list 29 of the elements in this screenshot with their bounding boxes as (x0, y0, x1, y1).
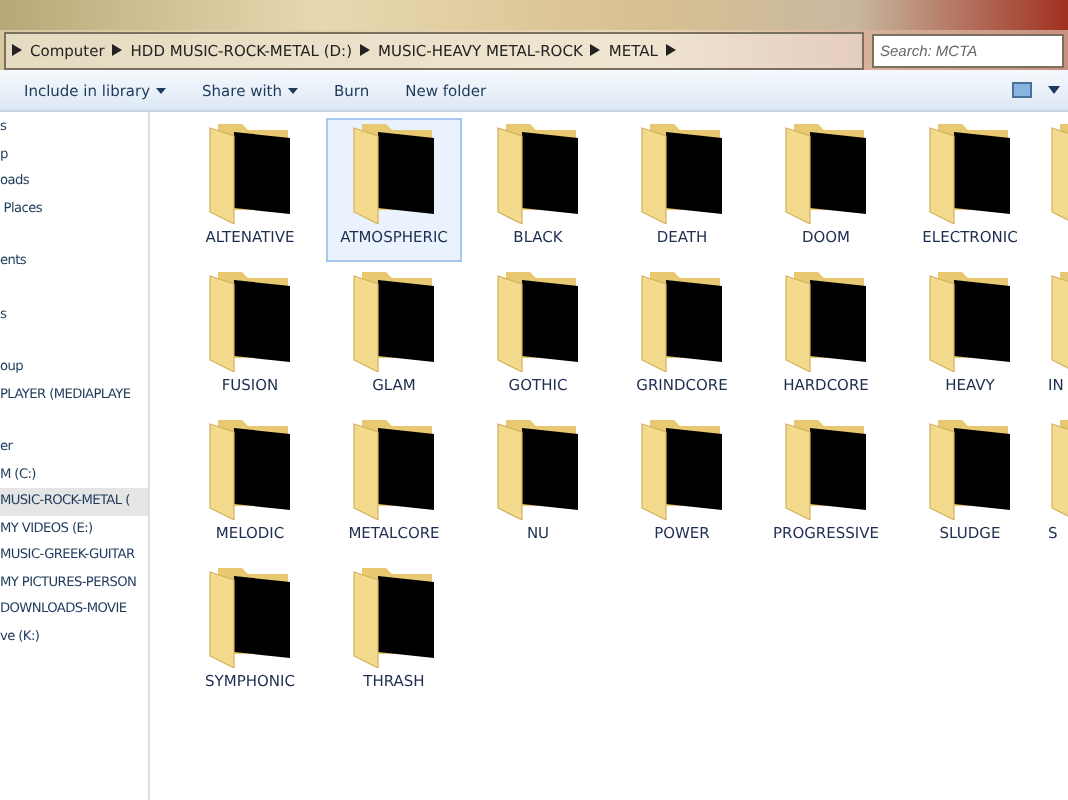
folder-drawing (926, 416, 1014, 520)
chevron-icon (665, 44, 676, 56)
folder-drawing (782, 416, 870, 520)
folder-drawing (638, 416, 726, 520)
folder-drawing (782, 268, 870, 372)
folder-drawing (206, 564, 294, 668)
folder-drawing (350, 120, 438, 224)
caret-icon (156, 87, 167, 93)
folder-drawing (638, 120, 726, 224)
folder-drawing (494, 268, 582, 372)
caret-icon[interactable] (1048, 86, 1060, 94)
folder-drawing (206, 268, 294, 372)
folder-drawing (926, 268, 1014, 372)
folder-drawing (206, 416, 294, 520)
chevron-icon (12, 44, 22, 56)
chevron-icon (112, 44, 123, 56)
folder-drawing (926, 120, 1014, 224)
folder-drawing (350, 564, 438, 668)
folder-drawing (350, 268, 438, 372)
chevron-icon (360, 44, 370, 56)
chevron-icon (590, 44, 601, 56)
folder-drawing (782, 120, 870, 224)
folder-drawing (350, 416, 438, 520)
caret-icon (288, 87, 298, 93)
folder-drawing (638, 268, 726, 372)
view-icon[interactable] (1012, 82, 1032, 98)
folder-drawing (206, 120, 294, 224)
folder-drawing (494, 416, 582, 520)
folder-drawing (494, 120, 582, 224)
